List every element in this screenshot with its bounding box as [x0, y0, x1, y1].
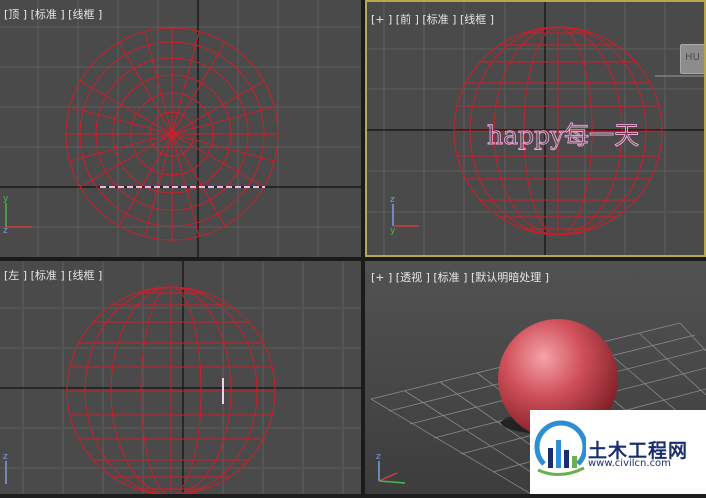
- viewport-label-persp[interactable]: [+ ] [透视 ] [标准 ] [默认明暗处理 ]: [371, 271, 549, 284]
- sphere-wireframe-top[interactable]: [65, 27, 279, 241]
- svg-text:z: z: [3, 226, 8, 236]
- watermark: 土木工程网 www.civilcn.com: [530, 410, 706, 494]
- svg-text:z: z: [376, 452, 381, 462]
- viewport-label-left[interactable]: [左 ] [标准 ] [线框 ]: [4, 269, 102, 282]
- viewport-top[interactable]: y z [顶 ] [标准 ] [线框 ]: [0, 0, 361, 257]
- viewport-front-canvas: happy每一天 z y: [365, 0, 706, 257]
- svg-text:y: y: [390, 226, 396, 236]
- axis-tripod-icon: z y: [390, 195, 419, 236]
- axis-tripod-icon: y z: [3, 194, 32, 236]
- viewport-front[interactable]: happy每一天 z y HU [+ ] [前 ] [标准 ] [线框 ]: [365, 0, 706, 257]
- viewport-left[interactable]: z [左 ] [标准 ] [线框 ]: [0, 261, 361, 494]
- svg-text:z: z: [3, 452, 8, 462]
- svg-text:z: z: [390, 195, 395, 205]
- viewport-label-front[interactable]: [+ ] [前 ] [标准 ] [线框 ]: [371, 13, 494, 26]
- viewport-layout: y z [顶 ] [标准 ] [线框 ] happy每一天 z y HU [+ …: [0, 0, 706, 494]
- civilcn-logo-icon: [534, 420, 588, 476]
- text-object-front[interactable]: happy每一天: [487, 121, 640, 151]
- sphere-wireframe-left[interactable]: [66, 286, 276, 494]
- svg-text:y: y: [3, 194, 9, 204]
- viewport-top-canvas: y z: [0, 0, 361, 257]
- viewport-left-canvas: z: [0, 261, 361, 494]
- watermark-url: www.civilcn.com: [588, 458, 671, 469]
- viewcube-icon[interactable]: HU: [680, 44, 706, 74]
- viewport-label-top[interactable]: [顶 ] [标准 ] [线框 ]: [4, 8, 102, 21]
- axis-tripod-icon: z: [376, 452, 406, 484]
